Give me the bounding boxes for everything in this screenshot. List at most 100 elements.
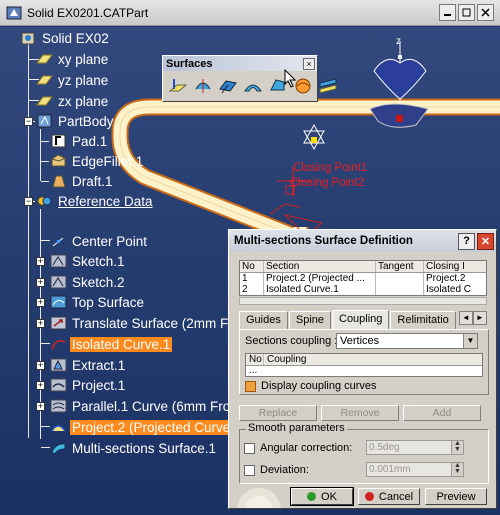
- coupling-table[interactable]: No Coupling ...: [245, 353, 483, 377]
- tree-item-pad[interactable]: Pad.1: [50, 132, 109, 150]
- preview-button[interactable]: Preview: [425, 488, 487, 505]
- sections-coupling-label: Sections coupling :: [245, 335, 338, 347]
- header-section: Section: [264, 261, 376, 272]
- tab-guides[interactable]: Guides: [239, 311, 288, 329]
- offset-surface-button[interactable]: [216, 74, 240, 98]
- table-row[interactable]: 2 Isolated Curve.1 Isolated C: [240, 284, 486, 295]
- tree-item-project2[interactable]: Project.2 (Projected Curve: [50, 418, 233, 436]
- tab-spine[interactable]: Spine: [288, 311, 331, 329]
- tree-label: Extract.1: [72, 357, 126, 373]
- angular-correction-row[interactable]: Angular correction:: [244, 442, 352, 454]
- expand-partbody[interactable]: −: [24, 117, 33, 126]
- tree-item-root[interactable]: Solid EX02: [20, 29, 111, 47]
- cell-no: 1: [240, 273, 264, 284]
- tree-label: Reference Data: [58, 193, 153, 209]
- multisections-surface-icon: [51, 443, 66, 455]
- plane-icon: [36, 75, 53, 85]
- cancel-icon: [364, 492, 374, 501]
- tab-scroll-right-button[interactable]: ►: [472, 311, 487, 325]
- tree-item-isolated-curve[interactable]: Isolated Curve.1: [50, 335, 173, 353]
- coupling-placeholder-row[interactable]: ...: [246, 366, 482, 376]
- translate-icon: [50, 316, 67, 330]
- tree-item-partbody[interactable]: PartBody: [36, 112, 116, 130]
- sections-coupling-select[interactable]: Vertices ▼: [336, 333, 478, 349]
- restore-button[interactable]: [458, 4, 475, 21]
- tree-label: Sketch.1: [72, 253, 125, 269]
- tree-item-extract[interactable]: Extract.1: [50, 356, 127, 374]
- tree-item-parallel-curve[interactable]: Parallel.1 Curve (6mm From: [50, 397, 244, 415]
- expand-top-surface[interactable]: +: [36, 298, 45, 307]
- minimize-button[interactable]: [439, 4, 456, 21]
- dialog-title-bar[interactable]: Multi-sections Surface Definition ? ✕: [229, 230, 496, 252]
- tree-item-multisections[interactable]: Multi-sections Surface.1: [50, 439, 218, 457]
- spinner-icon[interactable]: ▲ ▼: [451, 440, 463, 454]
- tree-label: Isolated Curve.1: [70, 336, 173, 352]
- tree-label: EdgeFillet.1: [72, 153, 144, 169]
- header-tangent: Tangent: [376, 261, 424, 272]
- replace-button[interactable]: Replace: [239, 405, 317, 421]
- tree-label: zx plane: [58, 93, 109, 109]
- tab-scroll-left-button[interactable]: ◄: [458, 311, 473, 325]
- expand-reference-data[interactable]: −: [24, 197, 33, 206]
- sweep-surface-button[interactable]: [241, 74, 265, 98]
- deviation-checkbox[interactable]: [244, 464, 255, 476]
- expand-parallel-curve[interactable]: +: [36, 402, 45, 411]
- table-row[interactable]: 1 Project.2 (Projected ... Project.2: [240, 273, 486, 284]
- tree-label: Solid EX02: [42, 30, 109, 46]
- help-button[interactable]: ?: [458, 232, 475, 250]
- close-window-button[interactable]: [477, 4, 494, 21]
- restore-icon: [462, 8, 471, 17]
- tree-item-zx-plane[interactable]: zx plane: [36, 92, 110, 110]
- tree-item-sketch1[interactable]: Sketch.1: [50, 252, 127, 270]
- expand-extract[interactable]: +: [36, 361, 45, 370]
- tree-item-reference-data[interactable]: Reference Data: [36, 192, 155, 210]
- tree-item-xy-plane[interactable]: xy plane: [36, 50, 110, 68]
- main-title-bar: Solid EX0201.CATPart: [0, 0, 500, 26]
- body-icon: [37, 114, 52, 128]
- sections-coupling-value: Vertices: [340, 335, 380, 347]
- cancel-button[interactable]: Cancel: [358, 488, 420, 505]
- tree-item-center-point[interactable]: Center Point: [50, 232, 149, 250]
- tab-relimitation[interactable]: Relimitatio: [390, 311, 456, 329]
- tree-item-translate-surface[interactable]: Translate Surface (2mm Fro: [50, 314, 242, 332]
- expand-sketch1[interactable]: +: [36, 257, 45, 266]
- expand-sketch2[interactable]: +: [36, 278, 45, 287]
- expand-translate-surface[interactable]: +: [36, 319, 45, 328]
- toolbar-title: Surfaces: [166, 57, 213, 70]
- tree-item-project1[interactable]: Project.1: [50, 376, 127, 394]
- angular-correction-checkbox[interactable]: [244, 442, 255, 454]
- toolbar-close-button[interactable]: ×: [303, 57, 315, 70]
- tree-item-top-surface[interactable]: Top Surface: [50, 293, 146, 311]
- dialog-close-button[interactable]: ✕: [477, 232, 494, 250]
- tree-item-yz-plane[interactable]: yz plane: [36, 71, 110, 89]
- plane-icon: [36, 54, 53, 64]
- tree-label: Project.2 (Projected Curve: [70, 419, 233, 435]
- projection-icon: [50, 378, 67, 392]
- deviation-row[interactable]: Deviation:: [244, 464, 309, 476]
- multi-sections-surface-dialog: Multi-sections Surface Definition ? ✕ No…: [228, 229, 497, 509]
- smooth-parameters-legend: Smooth parameters: [246, 422, 347, 434]
- display-coupling-checkbox-row[interactable]: Display coupling curves: [245, 380, 377, 392]
- sections-table-scrollbar[interactable]: [239, 297, 487, 305]
- remove-button[interactable]: Remove: [321, 405, 399, 421]
- extrude-surface-button[interactable]: [166, 74, 190, 98]
- display-coupling-label: Display coupling curves: [261, 380, 377, 392]
- ok-button[interactable]: OK: [290, 487, 354, 506]
- dialog-decoration-icon: [237, 488, 281, 508]
- sections-table[interactable]: No Section Tangent Closing I 1 Project.2…: [239, 260, 487, 296]
- tree-item-edgefillet[interactable]: EdgeFillet.1: [50, 152, 145, 170]
- angular-correction-field[interactable]: 0.5deg ▲ ▼: [366, 440, 464, 455]
- revolve-surface-button[interactable]: [191, 74, 215, 98]
- sweep-icon: [244, 84, 262, 92]
- add-button[interactable]: Add: [403, 405, 481, 421]
- blend-surface-button[interactable]: [316, 74, 340, 98]
- spinner-icon[interactable]: ▲ ▼: [451, 462, 463, 476]
- tab-coupling[interactable]: Coupling: [332, 310, 390, 329]
- deviation-field[interactable]: 0.001mm ▲ ▼: [366, 462, 464, 477]
- tree-item-sketch2[interactable]: Sketch.2: [50, 273, 127, 291]
- tree-item-draft[interactable]: Draft.1: [50, 172, 115, 190]
- cell-closing: Isolated C: [426, 284, 472, 295]
- tree-label: Translate Surface (2mm Fro: [72, 315, 241, 331]
- display-coupling-checkbox[interactable]: [245, 380, 256, 392]
- expand-project1[interactable]: +: [36, 381, 45, 390]
